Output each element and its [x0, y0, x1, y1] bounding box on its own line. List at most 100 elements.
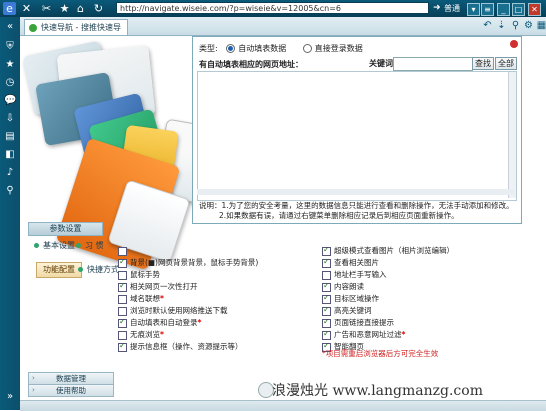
note-line: 2.如果数据有误，请通过右键菜单删除相应记录后到相应页面重新操作。 — [219, 211, 459, 220]
option-checkbox[interactable] — [322, 293, 331, 304]
option-checkbox[interactable] — [118, 281, 127, 292]
back-icon[interactable]: ✕ — [20, 2, 33, 15]
refresh-icon[interactable]: ↻ — [92, 2, 105, 15]
option-checkbox[interactable] — [322, 257, 331, 268]
bullet-icon — [76, 243, 81, 248]
option-row[interactable]: 地址栏手写输入 — [322, 270, 387, 280]
browse-mode-label[interactable]: 普通 — [444, 3, 460, 14]
horizontal-scrollbar[interactable] — [197, 189, 515, 195]
collapse-icon[interactable]: « — [4, 21, 16, 33]
option-row[interactable]: 提示信息框（操作、资源提示等） — [118, 341, 243, 352]
option-row[interactable]: 域名联想* — [118, 294, 164, 304]
close-icon[interactable] — [510, 40, 518, 48]
speaker-icon[interactable]: ♪ — [4, 167, 16, 179]
option-row[interactable]: 广告和恶意网址过滤* — [322, 329, 406, 340]
minimize-icon[interactable]: _ — [497, 3, 510, 16]
page-icon — [29, 24, 37, 32]
option-row[interactable] — [118, 246, 130, 256]
option-row[interactable]: 内容朗读 — [322, 281, 364, 292]
pin-icon[interactable]: ⇣ — [496, 20, 507, 31]
menu-icon[interactable]: ≡ — [481, 3, 494, 16]
bag-icon[interactable]: ◧ — [4, 149, 16, 161]
radio-autofill[interactable] — [226, 44, 236, 53]
option-checkbox[interactable] — [118, 246, 127, 256]
option-row[interactable]: 高亮关键词 — [322, 305, 372, 316]
button-label: 数据管理 — [56, 374, 86, 383]
option-checkbox[interactable] — [118, 257, 127, 268]
option-checkbox[interactable] — [322, 305, 331, 316]
option-label: 无痕浏览 — [130, 330, 160, 339]
tab-quick-nav[interactable]: 快速导航 - 搜推快速导航 — [24, 19, 128, 47]
magnifier-icon[interactable]: ⚲ — [4, 185, 16, 197]
left-sidebar: « ⛨ ★ ◷ 💬 ⇩ ▤ ◧ ♪ ⚲ » — [0, 17, 20, 410]
option-checkbox[interactable] — [322, 317, 331, 328]
grid-icon[interactable]: ▦ — [536, 20, 546, 31]
skin-icon[interactable]: ▾ — [467, 3, 480, 16]
expand-icon[interactable]: » — [4, 391, 16, 403]
option-row[interactable]: 超级模式查看图片（相片浏览编辑） — [322, 245, 454, 256]
arrow-icon: › — [32, 386, 35, 394]
arrow-icon: › — [32, 374, 35, 382]
option-checkbox[interactable] — [118, 317, 127, 328]
undo-icon[interactable]: ↶ — [482, 20, 493, 31]
restart-flag: * — [197, 318, 202, 327]
search-icon[interactable]: ⚲ — [510, 20, 521, 31]
show-all-button[interactable]: 全部 — [495, 57, 517, 70]
restart-flag: * — [160, 294, 164, 303]
function-config-button[interactable]: 功能配置 — [36, 262, 82, 278]
url-list[interactable] — [197, 71, 517, 201]
option-row[interactable]: 页面链接直接提示 — [322, 317, 394, 328]
shield-icon[interactable]: ⛨ — [4, 41, 16, 53]
option-checkbox[interactable] — [118, 341, 127, 352]
download-icon[interactable]: ⇩ — [4, 113, 16, 125]
option-row[interactable]: 目标区域操作 — [322, 293, 379, 304]
search-button[interactable]: 查找 — [472, 57, 494, 70]
option-row[interactable]: 查看相关图片 — [322, 257, 379, 268]
option-checkbox[interactable] — [322, 245, 331, 256]
close-icon[interactable]: ✕ — [528, 3, 541, 16]
browser-logo-icon[interactable]: e — [3, 2, 16, 15]
tab-strip: 快速导航 - 搜推快速导航 ↶ ⇣ ⚲ ⚙ ▦ — [20, 17, 546, 47]
shortcut-category[interactable]: 快捷方式 — [78, 264, 119, 275]
chat-icon[interactable]: 💬 — [4, 95, 16, 107]
star-icon[interactable]: ★ — [4, 59, 16, 71]
settings-header: 参数设置 — [28, 222, 103, 236]
note-icon[interactable]: ▤ — [4, 131, 16, 143]
option-checkbox[interactable] — [322, 270, 331, 280]
option-row[interactable]: 背景(■)网页背景背景，鼠标手势背景) — [118, 257, 258, 268]
option-checkbox[interactable] — [118, 330, 127, 340]
option-row[interactable]: 自动填表和自动登录* — [118, 317, 202, 328]
option-checkbox[interactable] — [118, 294, 127, 304]
tools-icon[interactable]: ✂ — [40, 2, 53, 15]
bullet-icon — [34, 243, 39, 248]
address-bar-input[interactable]: http://navigate.wiseie.com/?p=wiseie&v=1… — [116, 2, 429, 14]
favorite-star-icon[interactable]: ★ — [58, 2, 71, 15]
option-checkbox[interactable] — [322, 329, 331, 340]
scrollbar[interactable] — [508, 72, 516, 198]
restart-flag: * — [401, 330, 406, 339]
maximize-icon[interactable]: □ — [512, 3, 525, 16]
clock-icon[interactable]: ◷ — [4, 77, 16, 89]
arrow-right-icon[interactable]: ➜ — [433, 3, 441, 13]
radio-login[interactable] — [302, 44, 312, 53]
option-label: 鼠标手势 — [130, 270, 160, 279]
option-checkbox[interactable] — [118, 270, 127, 280]
option-label: 自动填表和自动登录 — [130, 318, 198, 327]
option-label: 地址栏手写输入 — [334, 270, 387, 279]
keyword-input[interactable] — [393, 57, 473, 71]
gear-icon[interactable]: ⚙ — [523, 20, 534, 31]
category-label: 基本设置 — [43, 241, 75, 250]
category-basic[interactable]: 基本设置 — [34, 240, 75, 251]
option-checkbox[interactable] — [322, 281, 331, 292]
option-row[interactable]: 无痕浏览* — [118, 330, 164, 340]
home-icon[interactable]: ⌂ — [74, 2, 87, 15]
help-button[interactable]: › 使用帮助 — [28, 384, 114, 397]
radio-autofill-label: 自动填表数据 — [238, 44, 287, 53]
option-checkbox[interactable] — [118, 306, 127, 316]
category-label: 习 惯 — [85, 241, 104, 250]
category-habits[interactable]: 习 惯 — [76, 240, 104, 251]
option-row[interactable]: 相关网页一次性打开 — [118, 281, 198, 292]
option-row[interactable]: 浏览时默认使用网络推送下载 — [118, 306, 228, 316]
option-row[interactable]: 鼠标手势 — [118, 270, 160, 280]
bullet-icon — [78, 267, 83, 272]
